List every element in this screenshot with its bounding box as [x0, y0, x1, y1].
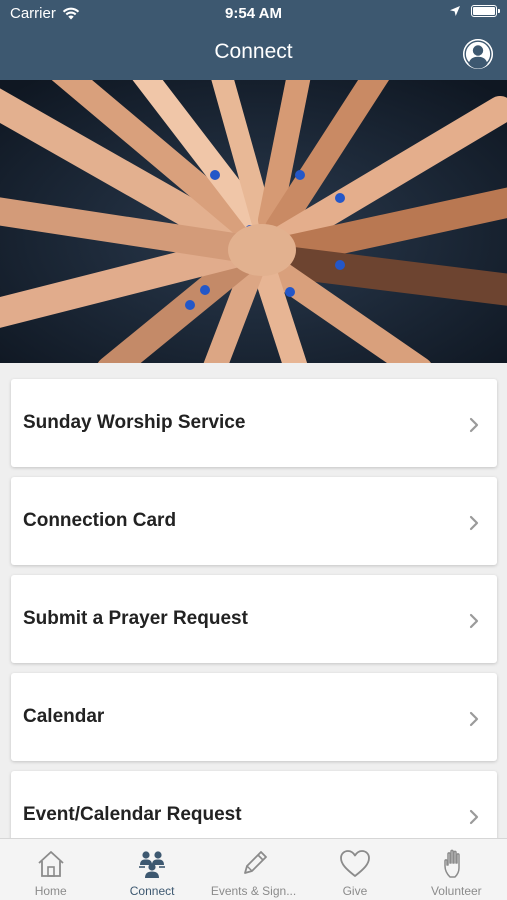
tab-label: Events & Sign...	[210, 884, 297, 898]
people-icon	[139, 851, 166, 878]
tab-label: Home	[34, 884, 67, 898]
menu-item-label: Connection Card	[23, 510, 177, 531]
profile-button[interactable]	[463, 39, 493, 69]
tab-home[interactable]: Home	[0, 839, 101, 900]
pencil-icon	[243, 851, 267, 874]
tab-events-signups[interactable]: Events & Sign...	[203, 839, 304, 900]
chevron-right-icon	[469, 613, 479, 629]
status-right	[449, 5, 500, 17]
chevron-right-icon	[469, 515, 479, 531]
page-title: Connect	[214, 40, 293, 63]
status-bar: Carrier 9:54 AM	[0, 0, 507, 28]
person-circle-icon	[463, 39, 493, 69]
menu-item-label: Submit a Prayer Request	[23, 608, 248, 629]
menu-item-prayer-request[interactable]: Submit a Prayer Request	[11, 575, 497, 663]
hero-image	[0, 80, 507, 363]
tab-label: Give	[342, 884, 368, 898]
tab-label: Connect	[129, 884, 175, 898]
tab-bar: Home Connect Events & Sign... Give Volun…	[0, 838, 507, 900]
chevron-right-icon	[469, 711, 479, 727]
menu-item-label: Calendar	[23, 706, 105, 727]
chevron-right-icon	[469, 417, 479, 433]
tab-volunteer[interactable]: Volunteer	[406, 839, 507, 900]
clock: 9:54 AM	[225, 5, 282, 22]
menu-item-label: Event/Calendar Request	[23, 804, 242, 825]
home-icon	[38, 851, 64, 877]
menu-item-label: Sunday Worship Service	[23, 412, 246, 433]
menu-item-connection-card[interactable]: Connection Card	[11, 477, 497, 565]
menu-item-calendar[interactable]: Calendar	[11, 673, 497, 761]
location-arrow-icon	[450, 6, 460, 16]
menu-item-sunday-worship[interactable]: Sunday Worship Service	[11, 379, 497, 467]
tab-connect[interactable]: Connect	[101, 839, 202, 900]
tab-label: Volunteer	[430, 884, 482, 898]
tab-give[interactable]: Give	[304, 839, 405, 900]
team-hands-photo	[0, 80, 507, 363]
hand-icon	[444, 849, 461, 878]
battery-icon	[471, 5, 500, 17]
nav-bar: Connect	[0, 28, 507, 80]
battery-level	[473, 7, 495, 15]
heart-icon	[340, 850, 370, 877]
chevron-right-icon	[469, 809, 479, 825]
